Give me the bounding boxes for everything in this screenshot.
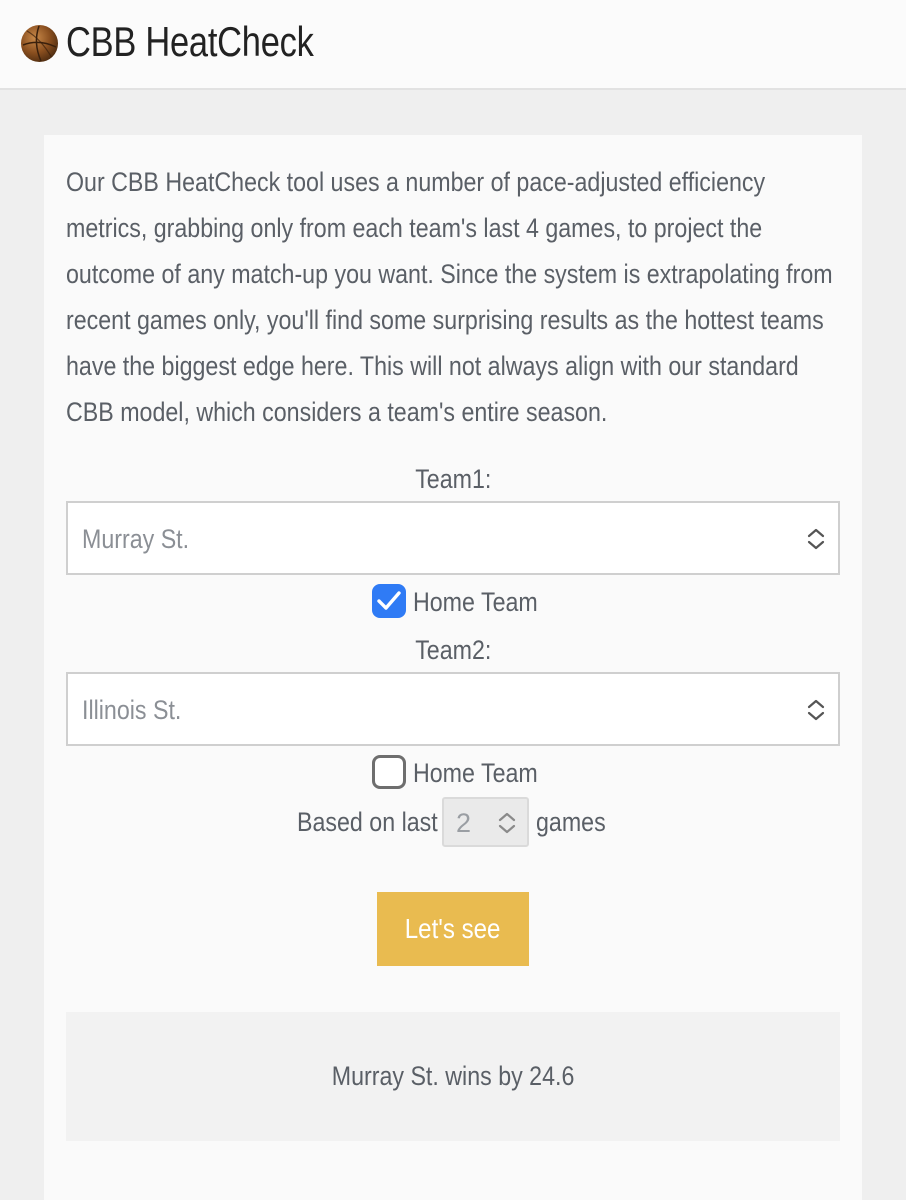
team1-home-label[interactable]: Home Team xyxy=(413,584,538,620)
intro-line: metrics, grabbing only from each team's … xyxy=(66,213,763,243)
heatcheck-card: Our CBB HeatCheck tool uses a number of … xyxy=(44,135,862,1200)
team1-select[interactable]: Murray St. xyxy=(66,501,840,575)
lets-see-button[interactable]: Let's see xyxy=(377,892,529,966)
team1-label: Team1: xyxy=(414,464,492,494)
team1-select-value: Murray St. xyxy=(82,524,190,554)
lets-see-button-label: Let's see xyxy=(405,913,501,944)
games-count-value: 2 xyxy=(456,808,472,838)
based-on-prefix: Based on last xyxy=(297,807,438,837)
basketball-logo-icon xyxy=(21,25,58,62)
result-panel: Murray St. wins by 24.6 xyxy=(66,1012,840,1141)
team2-select[interactable]: Illinois St. xyxy=(66,672,840,746)
team2-label: Team2: xyxy=(414,635,492,665)
intro-text: Our CBB HeatCheck tool uses a number of … xyxy=(66,159,846,435)
app-title[interactable]: CBB HeatCheck xyxy=(66,14,314,70)
intro-line: Our CBB HeatCheck tool uses a number of … xyxy=(66,167,766,197)
team2-select-value: Illinois St. xyxy=(82,695,182,725)
team1-home-checkbox[interactable] xyxy=(372,584,406,618)
app-header: CBB HeatCheck xyxy=(0,0,906,90)
intro-line: have the biggest edge here. This will no… xyxy=(66,351,799,381)
intro-line: recent games only, you'll find some surp… xyxy=(66,305,824,335)
team2-home-row: Home Team xyxy=(44,755,862,795)
team2-home-checkbox[interactable] xyxy=(372,755,406,789)
chevron-up-down-icon xyxy=(807,699,825,721)
games-count-select[interactable]: 2 xyxy=(442,797,529,847)
team1-home-row: Home Team xyxy=(44,584,862,624)
result-text: Murray St. wins by 24.6 xyxy=(331,1061,575,1091)
chevron-up-down-icon xyxy=(807,528,825,550)
checkmark-icon xyxy=(377,591,401,610)
based-on-suffix: games xyxy=(536,807,606,837)
team2-home-label[interactable]: Home Team xyxy=(413,755,538,791)
intro-line: outcome of any match-up you want. Since … xyxy=(66,259,833,289)
chevron-up-down-icon xyxy=(498,812,516,834)
intro-line: CBB model, which considers a team's enti… xyxy=(66,397,608,427)
